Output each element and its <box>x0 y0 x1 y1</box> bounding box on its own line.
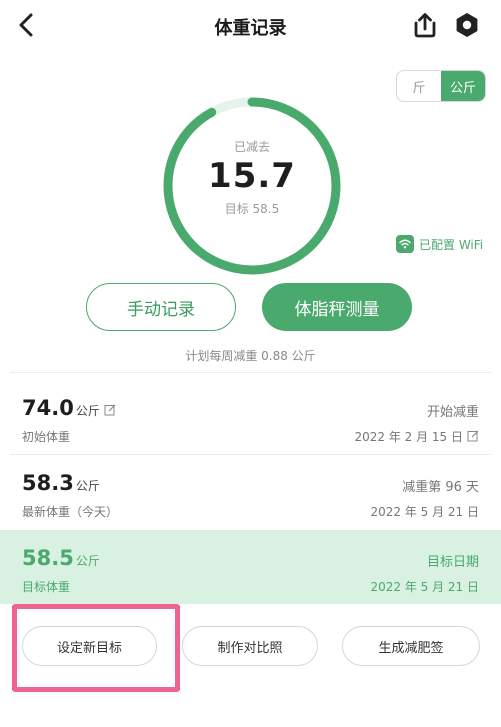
loss-day-count: 减重第 96 天 <box>402 480 479 495</box>
initial-weight-row: 74.0 公斤 初始体重 开始减重 2022 年 2 月 15 日 <box>0 380 501 454</box>
unit-option-jin[interactable]: 斤 <box>397 71 441 101</box>
scale-measure-button[interactable]: 体脂秤测量 <box>262 283 412 331</box>
start-loss-label: 开始减重 <box>426 405 479 420</box>
target-weight-row[interactable]: 58.5 公斤 目标体重 目标日期 2022 年 5 月 21 日 <box>0 530 501 604</box>
share-upload-icon[interactable] <box>410 10 440 40</box>
annotation-highlight-box <box>12 604 180 692</box>
wifi-status[interactable]: 已配置 WiFi <box>396 234 483 254</box>
wifi-icon <box>396 235 414 253</box>
lost-label: 已减去 <box>233 140 270 154</box>
wifi-status-label: 已配置 WiFi <box>419 237 484 252</box>
manual-record-button[interactable]: 手动记录 <box>86 283 236 331</box>
edit-icon[interactable] <box>104 404 116 416</box>
weekly-plan-text: 计划每周减重 0.88 公斤 <box>185 349 316 363</box>
latest-weight-label: 最新体重（今天） <box>22 505 119 519</box>
weight-record-screen: 体重记录 斤 公斤 已减去 15.7 目标 58.5 已配置 WiFi 手动记录… <box>0 0 501 727</box>
initial-weight-label: 初始体重 <box>22 430 71 444</box>
target-weight-label: 目标体重 <box>22 580 71 594</box>
lost-value: 15.7 <box>208 156 296 196</box>
edit-icon[interactable] <box>467 430 479 442</box>
latest-weight-value: 58.3 <box>22 471 74 495</box>
unit-toggle: 斤 公斤 <box>396 70 486 102</box>
goal-weight-label: 目标 58.5 <box>224 202 280 216</box>
target-weight-unit: 公斤 <box>75 554 100 568</box>
unit-option-kg[interactable]: 公斤 <box>441 71 485 101</box>
start-date-group[interactable]: 2022 年 2 月 15 日 <box>354 428 479 445</box>
latest-weight-unit: 公斤 <box>75 479 100 493</box>
start-date: 2022 年 2 月 15 日 <box>354 430 463 444</box>
initial-weight-unit: 公斤 <box>75 404 100 418</box>
settings-icon[interactable] <box>452 10 482 40</box>
top-bar: 体重记录 <box>0 0 501 52</box>
target-date: 2022 年 5 月 21 日 <box>370 580 479 594</box>
make-comparison-photo-button[interactable]: 制作对比照 <box>182 626 318 666</box>
target-weight-value-group: 58.5 公斤 <box>22 546 100 570</box>
latest-date: 2022 年 5 月 21 日 <box>370 505 479 519</box>
generate-weight-loss-tag-button[interactable]: 生成减肥签 <box>342 626 480 666</box>
initial-weight-value-group: 74.0 公斤 <box>22 396 116 420</box>
target-weight-value: 58.5 <box>22 546 74 570</box>
initial-weight-value: 74.0 <box>22 396 74 420</box>
latest-weight-value-group: 58.3 公斤 <box>22 471 100 495</box>
divider <box>10 372 491 373</box>
target-date-label: 目标日期 <box>426 555 479 570</box>
latest-weight-row: 58.3 公斤 最新体重（今天） 减重第 96 天 2022 年 5 月 21 日 <box>0 455 501 529</box>
